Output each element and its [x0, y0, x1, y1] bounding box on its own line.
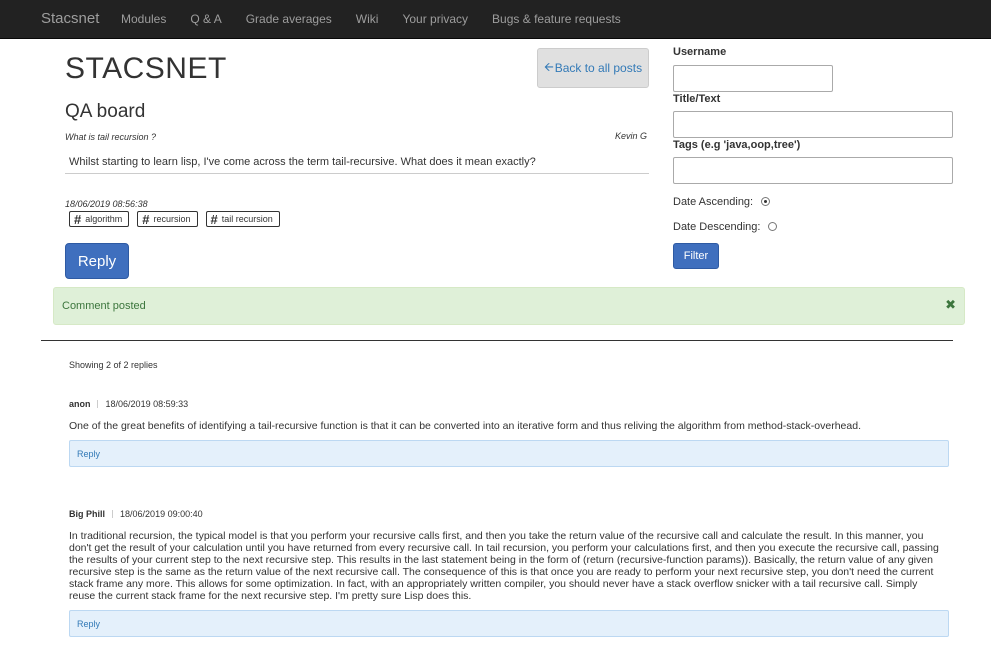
reply-button[interactable]: Reply — [65, 243, 129, 279]
meta-separator — [111, 510, 113, 518]
post-author: Kevin G — [615, 131, 648, 141]
nav-link-grade-averages[interactable]: Grade averages — [246, 12, 332, 26]
nav-link-your-privacy[interactable]: Your privacy — [402, 12, 468, 26]
meta-separator — [97, 400, 99, 408]
back-to-all-posts-button[interactable]: 🡨 Back to all posts — [537, 48, 649, 88]
reply-date: 18/06/2019 08:59:33 — [105, 399, 189, 409]
hashtag-icon: # — [74, 211, 82, 227]
nav-link-wiki[interactable]: Wiki — [356, 12, 379, 26]
hashtag-icon: # — [210, 211, 218, 227]
site-title: STACSNET — [65, 52, 227, 85]
reply-meta: anon 18/06/2019 08:59:33 — [69, 399, 188, 409]
filter-button[interactable]: Filter — [673, 243, 719, 269]
reply-text: In traditional recursion, the typical mo… — [69, 530, 939, 602]
post-tags: # algorithm # recursion # tail recursion — [69, 211, 288, 227]
username-input[interactable] — [673, 65, 833, 92]
tags-input[interactable] — [673, 157, 953, 184]
arrow-left-icon: 🡨 — [543, 59, 554, 74]
reply-bar: Reply — [69, 440, 949, 467]
reply-text: One of the great benefits of identifying… — [69, 420, 861, 432]
close-icon[interactable]: ✖ — [945, 297, 956, 313]
reply-author: Big Phill — [69, 509, 105, 519]
title-text-input[interactable] — [673, 111, 953, 138]
post-subtitle: What is tail recursion ? — [65, 132, 157, 142]
date-ascending-radio[interactable] — [761, 197, 770, 206]
alert-message: Comment posted — [62, 300, 146, 312]
reply-link[interactable]: Reply — [77, 449, 100, 459]
reply-author: anon — [69, 399, 91, 409]
reply-link[interactable]: Reply — [77, 619, 100, 629]
back-button-label: Back to all posts — [554, 61, 643, 75]
replies-count: Showing 2 of 2 replies — [69, 360, 158, 370]
tag-label: algorithm — [85, 214, 123, 224]
nav-link-modules[interactable]: Modules — [121, 12, 166, 26]
tag-label: recursion — [153, 214, 191, 224]
date-ascending-label: Date Ascending: — [673, 196, 754, 208]
tag-tail-recursion[interactable]: # tail recursion — [205, 211, 280, 227]
date-descending-radio[interactable] — [768, 222, 777, 231]
reply-date: 18/06/2019 09:00:40 — [120, 509, 203, 519]
title-text-label: Title/Text — [673, 93, 721, 105]
tag-label: tail recursion — [221, 214, 273, 224]
navbar-brand[interactable]: Stacsnet — [41, 10, 99, 27]
comment-posted-alert: Comment posted ✖ — [53, 287, 965, 325]
tags-label: Tags (e.g 'java,oop,tree') — [673, 139, 801, 151]
navbar-links: Modules Q & A Grade averages Wiki Your p… — [121, 12, 645, 26]
board-title: QA board — [65, 101, 146, 122]
post-body: Whilst starting to learn lisp, I've come… — [65, 151, 649, 174]
section-divider — [41, 340, 953, 341]
reply-bar: Reply — [69, 610, 949, 637]
nav-link-qa[interactable]: Q & A — [190, 12, 221, 26]
post-date: 18/06/2019 08:56:38 — [65, 199, 148, 209]
tag-recursion[interactable]: # recursion — [137, 211, 198, 227]
top-navbar: Stacsnet Modules Q & A Grade averages Wi… — [0, 0, 991, 39]
username-label: Username — [673, 46, 727, 58]
reply-meta: Big Phill 18/06/2019 09:00:40 — [69, 509, 203, 519]
tag-algorithm[interactable]: # algorithm — [69, 211, 130, 227]
hashtag-icon: # — [142, 211, 150, 227]
nav-link-bugs-feature-requests[interactable]: Bugs & feature requests — [492, 12, 621, 26]
date-descending-label: Date Descending: — [673, 221, 761, 233]
